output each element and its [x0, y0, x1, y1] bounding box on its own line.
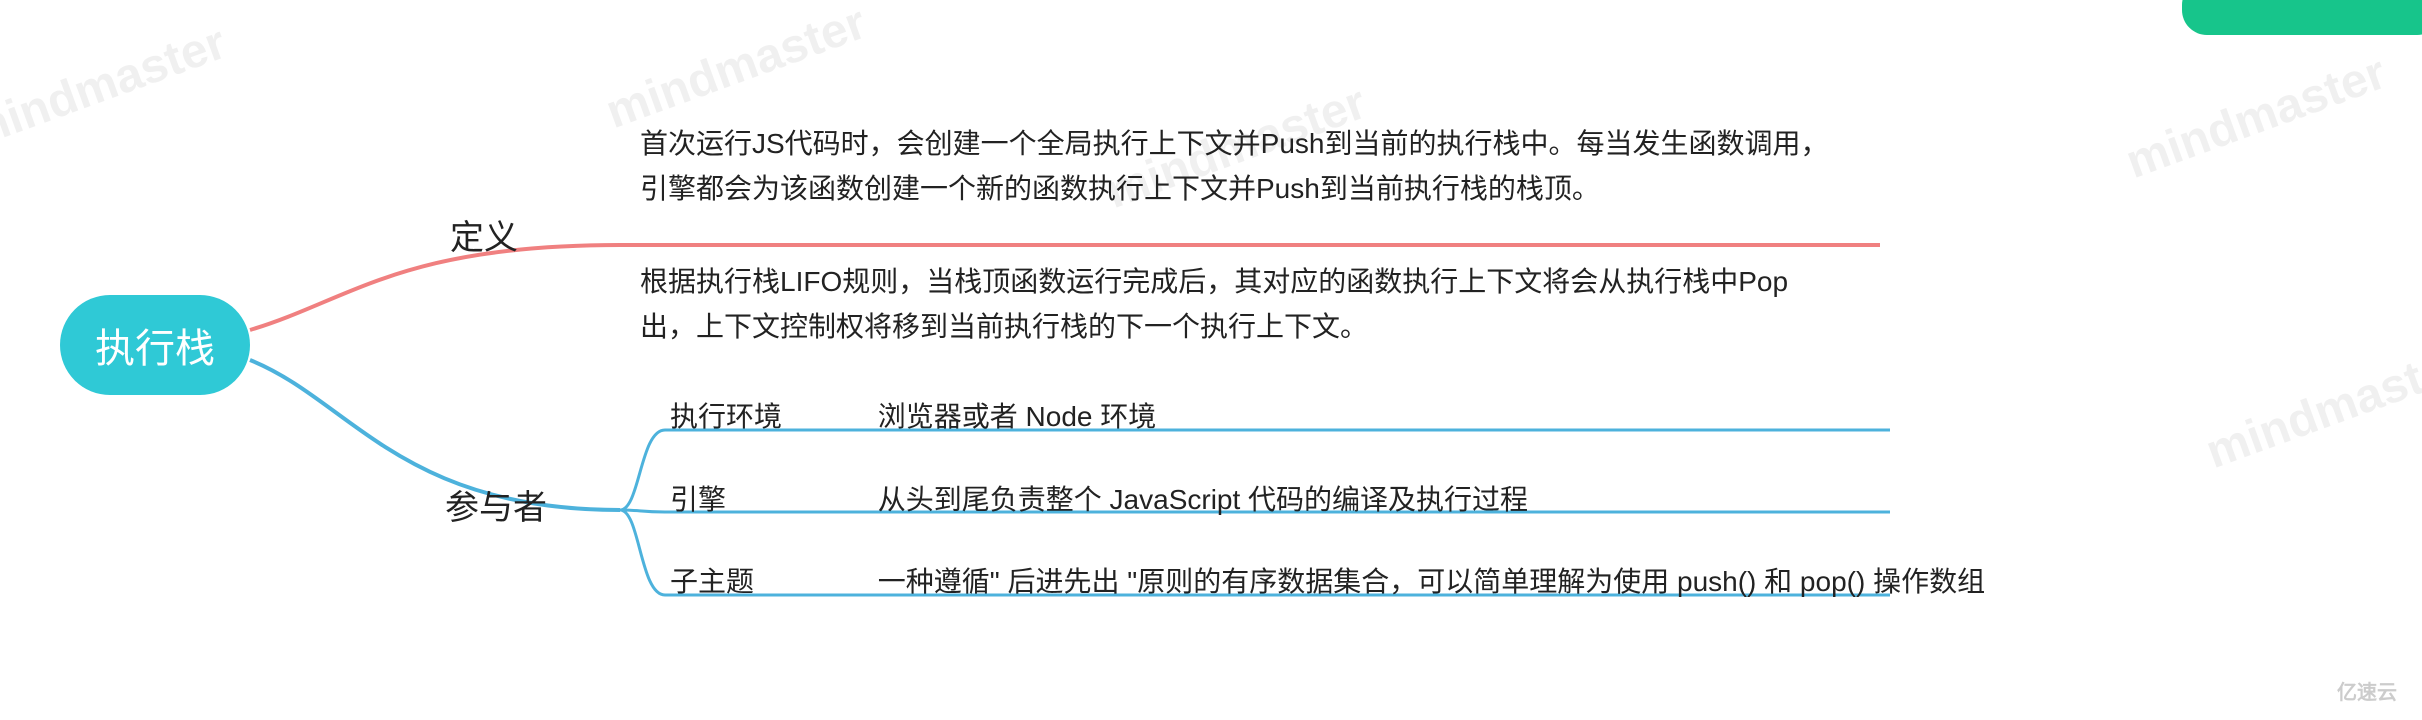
branch-participants-label[interactable]: 参与者 [445, 480, 547, 529]
mindmap-connectors [0, 0, 2422, 720]
participant-key: 引擎 [670, 478, 870, 518]
watermark: mindmaster [2199, 335, 2422, 480]
root-label: 执行栈 [95, 316, 215, 374]
participant-key: 执行环境 [670, 395, 870, 435]
participant-row: 引擎 从头到尾负责整个 JavaScript 代码的编译及执行过程 [670, 478, 1528, 518]
footer-logo: 亿速云 [2337, 676, 2397, 705]
watermark: mindmaster [0, 15, 233, 160]
participant-value: 一种遵循" 后进先出 "原则的有序数据集合，可以简单理解为使用 push() 和… [878, 566, 1985, 597]
participant-key: 子主题 [670, 560, 870, 600]
participant-row: 执行环境 浏览器或者 Node 环境 [670, 395, 1156, 435]
watermark: mindmaster [599, 0, 873, 140]
definition-line-1: 首次运行JS代码时，会创建一个全局执行上下文并Push到当前的执行栈中。每当发生… [640, 122, 1840, 212]
participant-value: 从头到尾负责整个 JavaScript 代码的编译及执行过程 [878, 484, 1528, 515]
watermark: mindmaster [2119, 45, 2393, 190]
branch-definition-label[interactable]: 定义 [450, 210, 518, 259]
root-node[interactable]: 执行栈 [60, 295, 250, 395]
decorative-pill [2182, 0, 2422, 35]
definition-line-2: 根据执行栈LIFO规则，当栈顶函数运行完成后，其对应的函数执行上下文将会从执行栈… [640, 260, 1840, 350]
participant-value: 浏览器或者 Node 环境 [878, 401, 1157, 432]
participant-row: 子主题 一种遵循" 后进先出 "原则的有序数据集合，可以简单理解为使用 push… [670, 560, 1985, 600]
